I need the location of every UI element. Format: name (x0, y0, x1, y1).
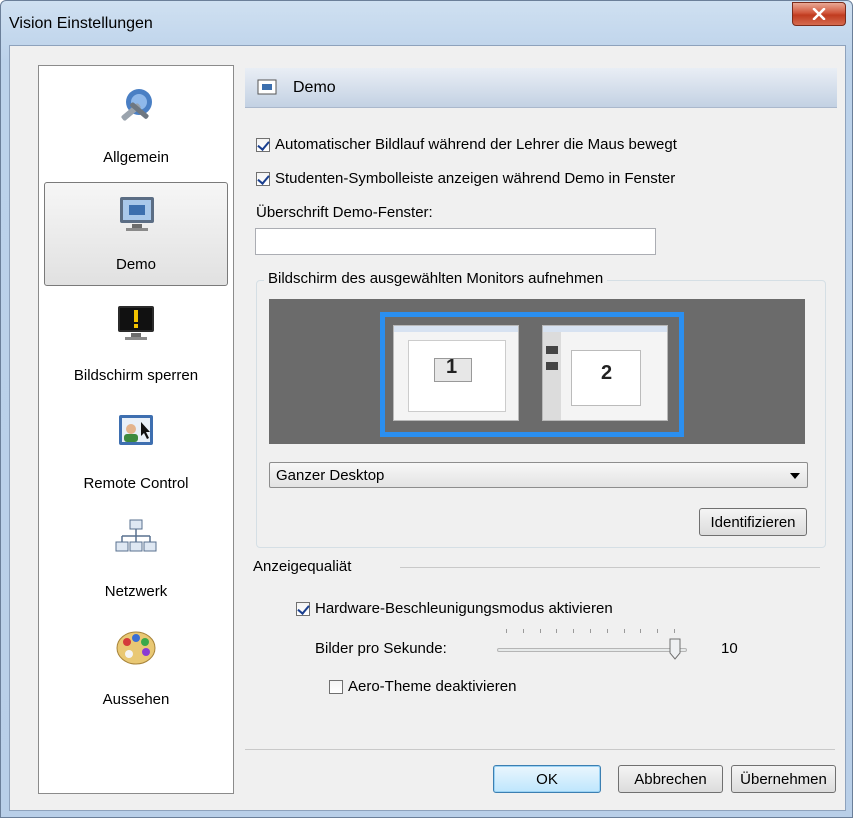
sidebar-item-label: Remote Control (83, 475, 189, 492)
sidebar-item-netzwerk[interactable]: Netzwerk (44, 508, 228, 612)
aero-checkbox[interactable] (329, 679, 343, 694)
window-title: Vision Einstellungen (9, 15, 153, 32)
monitor-number: 2 (601, 362, 613, 384)
panel-title: Demo (293, 79, 336, 96)
cancel-button[interactable]: Abbrechen (618, 765, 723, 793)
monitor-number: 1 (446, 356, 458, 378)
slider-tick (506, 629, 507, 633)
demo-screen-icon (257, 79, 277, 95)
sidebar-item-allgemein[interactable]: Allgemein (44, 74, 228, 178)
dialog-body: Allgemein Demo Bildschirm sperren Remote… (9, 45, 846, 811)
footer-separator (245, 749, 835, 750)
panel-header: Demo (245, 68, 837, 108)
category-sidebar: Allgemein Demo Bildschirm sperren Remote… (38, 65, 234, 794)
slider-tick (590, 629, 591, 633)
slider-tick (539, 629, 541, 633)
monitor-1-thumbnail[interactable]: 1 (393, 325, 519, 421)
monitor-block (546, 362, 558, 370)
settings-window: Vision Einstellungen Allgemein Demo Bild… (0, 0, 853, 818)
auto-scroll-checkbox-row[interactable]: Automatischer Bildlauf während der Lehre… (256, 136, 677, 153)
window-title-label: Überschrift Demo-Fenster: (256, 204, 433, 221)
palette-icon (116, 631, 156, 665)
window-title-input[interactable] (255, 228, 656, 255)
aero-checkbox-row[interactable]: Aero-Theme deaktivieren (329, 678, 516, 695)
fps-value: 10 (721, 640, 738, 657)
fps-slider-thumb[interactable] (669, 638, 681, 660)
slider-tick (522, 629, 524, 633)
monitor-preview-area[interactable]: 1 2 (269, 299, 805, 444)
student-toolbar-label: Studenten-Symbolleiste anzeigen während … (275, 170, 676, 187)
identify-button[interactable]: Identifizieren (699, 508, 807, 536)
student-toolbar-checkbox[interactable] (256, 171, 270, 186)
desktop-select-value: Ganzer Desktop (276, 467, 385, 484)
sidebar-item-label: Bildschirm sperren (73, 367, 199, 384)
sidebar-item-aussehen[interactable]: Aussehen (44, 616, 228, 720)
sidebar-item-label: Aussehen (102, 691, 170, 708)
slider-tick (556, 629, 558, 633)
hw-accel-checkbox-row[interactable]: Hardware-Beschleunigungsmodus aktivieren (296, 600, 613, 617)
tools-icon (121, 89, 152, 121)
slider-tick (640, 629, 642, 633)
student-toolbar-checkbox-row[interactable]: Studenten-Symbolleiste anzeigen während … (256, 170, 675, 187)
quality-section-label: Anzeigequaliät (253, 558, 352, 575)
slider-tick (657, 629, 659, 633)
fps-slider-track[interactable] (497, 648, 687, 652)
sidebar-item-label: Demo (115, 256, 156, 273)
title-bar[interactable]: Vision Einstellungen (1, 1, 852, 45)
monitor-titlebar (394, 326, 518, 332)
close-button[interactable] (792, 2, 846, 26)
slider-tick (623, 629, 625, 633)
network-icon (115, 519, 157, 552)
chevron-down-icon (790, 473, 800, 479)
auto-scroll-checkbox[interactable] (256, 137, 270, 152)
apply-button[interactable]: Übernehmen (731, 765, 836, 793)
quality-separator (400, 567, 820, 568)
monitor-2-thumbnail[interactable]: 2 (542, 325, 668, 421)
hw-accel-label: Hardware-Beschleunigungsmodus aktivieren (315, 600, 613, 617)
aero-label: Aero-Theme deaktivieren (348, 678, 517, 695)
monitor-titlebar (543, 326, 667, 332)
close-icon (812, 8, 826, 20)
auto-scroll-label: Automatischer Bildlauf während der Lehre… (275, 136, 677, 153)
fps-label: Bilder pro Sekunde: (315, 640, 447, 657)
lock-screen-icon (118, 306, 154, 340)
monitor-group-label: Bildschirm des ausgewählten Monitors auf… (264, 270, 608, 287)
demo-screen-icon (120, 197, 154, 231)
slider-tick (573, 629, 575, 633)
sidebar-item-remote-control[interactable]: Remote Control (44, 400, 228, 504)
sidebar-item-bildschirm-sperren[interactable]: Bildschirm sperren (44, 292, 228, 396)
sidebar-item-label: Netzwerk (104, 583, 168, 600)
hw-accel-checkbox[interactable] (296, 601, 310, 616)
remote-control-icon (119, 415, 153, 445)
monitor-block (546, 346, 558, 354)
ok-button[interactable]: OK (493, 765, 601, 793)
slider-tick (606, 629, 608, 633)
slider-tick (674, 629, 675, 633)
sidebar-item-demo[interactable]: Demo (44, 182, 228, 286)
desktop-select[interactable]: Ganzer Desktop (269, 462, 808, 488)
sidebar-item-label: Allgemein (103, 149, 169, 166)
